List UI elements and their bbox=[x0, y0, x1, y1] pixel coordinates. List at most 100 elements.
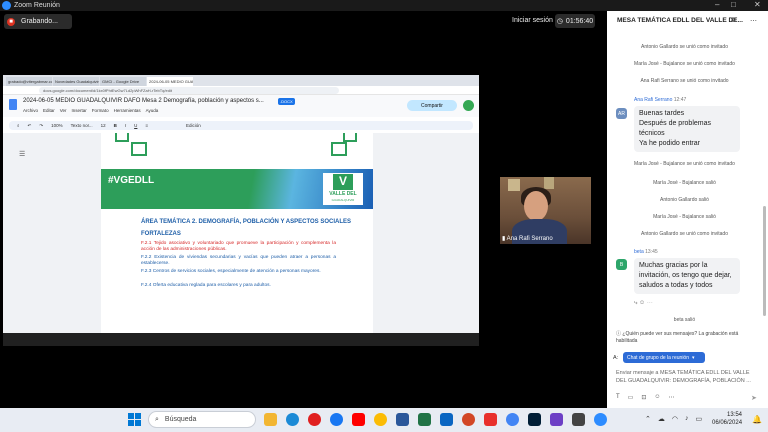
meet-icon[interactable] bbox=[463, 100, 474, 111]
edit-mode-select[interactable]: Edición bbox=[186, 123, 201, 128]
menu-herramientas[interactable]: Herramientas bbox=[114, 108, 141, 113]
logo-text: VALLE DEL bbox=[329, 191, 357, 197]
excel-icon[interactable] bbox=[418, 413, 431, 426]
powerpoint-icon[interactable] bbox=[462, 413, 475, 426]
italic-icon[interactable]: I bbox=[125, 123, 126, 128]
menu-ayuda[interactable]: Ayuda bbox=[146, 108, 159, 113]
popout-icon[interactable]: ⧉ bbox=[731, 17, 736, 25]
windows-start-icon[interactable] bbox=[128, 413, 141, 426]
file-icon[interactable]: ▭ bbox=[628, 394, 634, 401]
recipient-value: Chat de grupo de la reunión bbox=[627, 354, 689, 361]
decor-square bbox=[331, 142, 347, 156]
file-explorer-icon[interactable] bbox=[264, 413, 277, 426]
chat-title: MESA TEMÁTICA EDLL DEL VALLE DE... bbox=[617, 17, 743, 24]
battery-icon[interactable]: ▭ bbox=[695, 415, 702, 423]
system-message: María José - Bujalance salió bbox=[653, 214, 716, 220]
app-icon[interactable] bbox=[550, 413, 563, 426]
browser-tab[interactable]: Novedades Guadalquivir... bbox=[53, 77, 99, 86]
browser-tab-active[interactable]: 2024-06-05 MEDIO GUADALQ... bbox=[147, 77, 193, 86]
maximize-button[interactable]: □ bbox=[731, 0, 736, 9]
acrobat-icon[interactable] bbox=[484, 413, 497, 426]
menu-formato[interactable]: Formato bbox=[92, 108, 109, 113]
opera-icon[interactable] bbox=[308, 413, 321, 426]
google-docs-icon[interactable] bbox=[9, 99, 17, 110]
recording-indicator[interactable]: ■ Grabando... bbox=[4, 14, 72, 29]
visibility-notice[interactable]: ⓘ ¿Quién puede ver sus mensajes? La grab… bbox=[616, 331, 761, 345]
avatar: AR bbox=[616, 108, 627, 119]
message-bubble[interactable]: Buenas tardes Después de problemas técni… bbox=[634, 106, 740, 152]
close-button[interactable]: ✕ bbox=[754, 0, 761, 9]
more-icon[interactable]: ⋯ bbox=[669, 394, 675, 401]
format-icon[interactable]: T bbox=[616, 394, 620, 401]
menu-archivo[interactable]: Archivo bbox=[23, 108, 38, 113]
search-icon[interactable]: ⌕ bbox=[17, 123, 20, 128]
minimize-button[interactable]: – bbox=[715, 0, 719, 9]
url-field[interactable]: docs.google.com/document/d/1kx0fPhtEwGw7… bbox=[39, 87, 339, 94]
share-button[interactable]: Compartir bbox=[407, 100, 457, 111]
underline-icon[interactable]: U bbox=[134, 123, 137, 128]
menu-editar[interactable]: Editar bbox=[43, 108, 55, 113]
more-icon[interactable]: ⋯ bbox=[647, 300, 653, 306]
participant-name-label: ▮ Ana Rafi Serrano bbox=[502, 235, 553, 242]
list-item: F.2.1 Tejido asociativo y voluntariado q… bbox=[141, 241, 336, 253]
decor-square bbox=[343, 133, 357, 142]
send-icon[interactable]: ➤ bbox=[751, 394, 757, 402]
chrome-profile-icon[interactable] bbox=[506, 413, 519, 426]
system-message: Antonio Gallardo se unió como invitado bbox=[641, 231, 728, 237]
emoji-icon[interactable]: ☺ bbox=[639, 300, 645, 306]
start-session-button[interactable]: Iniciar sesión bbox=[512, 17, 553, 24]
facebook-icon[interactable] bbox=[330, 413, 343, 426]
chat-scrollbar[interactable] bbox=[763, 206, 766, 316]
message-line: Después de problemas técnicos bbox=[639, 120, 711, 137]
font-size-field[interactable]: 12 bbox=[101, 123, 106, 128]
wifi-icon[interactable]: ◠ bbox=[672, 415, 678, 423]
redo-icon[interactable]: ↷ bbox=[39, 123, 43, 129]
more-icon[interactable]: ⋯ bbox=[750, 17, 757, 25]
chevron-up-icon[interactable]: ⌃ bbox=[645, 415, 651, 423]
edge-icon[interactable] bbox=[286, 413, 299, 426]
stop-recording-icon[interactable]: ■ bbox=[7, 17, 15, 26]
decor-square bbox=[131, 142, 147, 156]
notification-icon[interactable]: 🔔 bbox=[752, 415, 762, 424]
shared-screen: grabado@vitergabmar.com... Novedades Gua… bbox=[3, 75, 479, 346]
chrome-icon[interactable] bbox=[374, 413, 387, 426]
undo-icon[interactable]: ↶ bbox=[28, 123, 32, 129]
recipient-select[interactable]: Chat de grupo de la reunión ▾ bbox=[623, 352, 705, 363]
reply-icon[interactable]: ⤷ bbox=[634, 300, 637, 306]
windows-taskbar: ⌕ Búsqueda ⌃ ☁ ◠ ♪ ▭ 13:54 06/06/2024 🔔 bbox=[0, 408, 768, 432]
taskbar-search[interactable]: ⌕ Búsqueda bbox=[148, 411, 256, 428]
word-icon[interactable] bbox=[396, 413, 409, 426]
outlook-icon[interactable] bbox=[440, 413, 453, 426]
photoshop-icon[interactable] bbox=[528, 413, 541, 426]
browser-tab[interactable]: grabado@vitergabmar.com... bbox=[6, 77, 52, 86]
volume-icon[interactable]: ♪ bbox=[685, 415, 689, 423]
align-icon[interactable]: ≡ bbox=[145, 123, 148, 128]
browser-tab[interactable]: GMCl - Google Drive bbox=[100, 77, 146, 86]
zoom-logo-icon bbox=[2, 1, 11, 10]
vgedll-banner: #VGEDLL V VALLE DEL GUADALQUIVIR bbox=[101, 169, 373, 209]
message-time: 12:47 bbox=[673, 97, 687, 103]
outline-icon[interactable]: ☰ bbox=[19, 150, 25, 158]
docs-toolbar: ⌕ ↶ ↷ 100% Texto nor... 12 B I U ≡ Edici… bbox=[9, 121, 473, 130]
zoom-select[interactable]: 100% bbox=[51, 123, 63, 128]
zoom-taskbar-icon[interactable] bbox=[594, 413, 607, 426]
participant-video[interactable]: ▮ Ana Rafi Serrano bbox=[500, 177, 591, 244]
docs-header: 2024-06-05 MEDIO GUADALQUIVIR DAFO Mesa … bbox=[3, 95, 479, 117]
menu-ver[interactable]: Ver bbox=[60, 108, 67, 113]
youtube-icon[interactable] bbox=[352, 413, 365, 426]
menu-insertar[interactable]: Insertar bbox=[72, 108, 87, 113]
onedrive-icon[interactable]: ☁ bbox=[658, 415, 665, 423]
taskbar-clock[interactable]: 13:54 06/06/2024 bbox=[712, 411, 742, 427]
message-input[interactable]: Enviar mensaje a MESA TEMÁTICA EDLL DEL … bbox=[616, 369, 761, 385]
document-title[interactable]: 2024-06-05 MEDIO GUADALQUIVIR DAFO Mesa … bbox=[23, 98, 264, 104]
wall-picture bbox=[544, 177, 554, 189]
chevron-down-icon: ▾ bbox=[692, 354, 695, 361]
bold-icon[interactable]: B bbox=[114, 123, 117, 128]
document-page[interactable]: #VGEDLL V VALLE DEL GUADALQUIVIR ÁREA TE… bbox=[101, 133, 373, 333]
list-item: F.2.2 Existencia de viviendas secundaria… bbox=[141, 255, 336, 267]
style-select[interactable]: Texto nor... bbox=[71, 123, 93, 128]
app-icon[interactable] bbox=[572, 413, 585, 426]
emoji-icon[interactable]: ☺ bbox=[654, 394, 660, 401]
screenshot-icon[interactable]: ⊡ bbox=[641, 394, 646, 401]
message-bubble[interactable]: Muchas gracias por la invitación, os ten… bbox=[634, 258, 740, 294]
